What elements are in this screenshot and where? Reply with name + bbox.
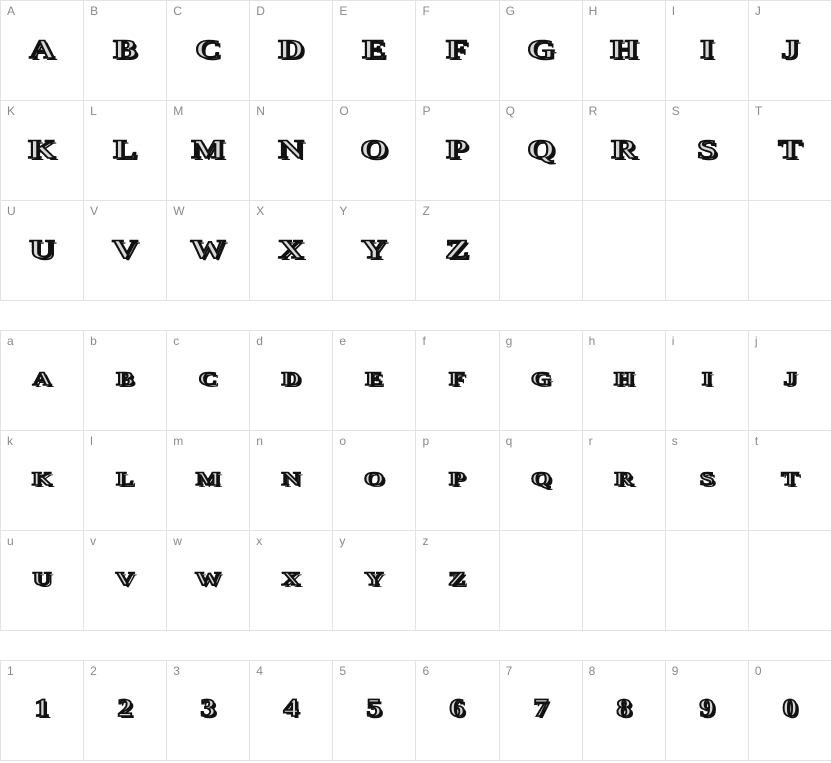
glyph-label: A (7, 4, 16, 18)
glyph-label: K (7, 104, 16, 118)
glyph-cell: 99 (665, 661, 749, 761)
glyph-label: 4 (256, 664, 263, 678)
glyph-label: T (754, 104, 763, 118)
glyph-label: g (505, 334, 513, 348)
glyph-label: t (754, 434, 759, 448)
glyph-cell: 22 (84, 661, 168, 761)
glyph-label: X (256, 204, 265, 218)
glyph-label: f (422, 334, 426, 348)
glyph-label: q (505, 434, 513, 448)
glyph-preview: J (734, 34, 831, 65)
glyph-preview: T (734, 468, 831, 491)
glyph-label: E (339, 4, 348, 18)
glyph-cell (665, 201, 749, 301)
glyph-label: N (256, 104, 265, 118)
glyph-cell (748, 201, 831, 301)
glyph-label: m (173, 434, 184, 448)
glyph-label: O (339, 104, 349, 118)
uppercase-grid: AABBCCDDEEFFGGHHIIJJKKLLMMNNOOPPQQRRSSTT… (0, 0, 831, 301)
glyph-label: y (339, 534, 346, 548)
glyph-cell: zZ (416, 531, 500, 631)
glyph-cell: 33 (167, 661, 251, 761)
glyph-label: j (754, 334, 758, 348)
glyph-label: 0 (754, 664, 762, 678)
glyph-label: Y (339, 204, 348, 218)
glyph-preview: Z (402, 568, 513, 591)
glyph-label: v (90, 534, 97, 548)
glyph-label: L (90, 104, 97, 118)
glyph-label: 5 (339, 664, 347, 678)
glyph-label: 8 (588, 664, 596, 678)
glyph-label: D (256, 4, 265, 18)
glyph-label: 7 (505, 664, 513, 678)
glyph-label: 2 (90, 664, 97, 678)
glyph-label: z (422, 534, 429, 548)
glyph-cell: JJ (748, 1, 831, 101)
glyph-label: R (588, 104, 598, 118)
glyph-label: 1 (7, 664, 14, 678)
glyph-cell (499, 531, 583, 631)
glyph-preview: Z (402, 234, 513, 265)
glyph-cell: tT (748, 431, 831, 531)
glyph-cell: 00 (748, 661, 831, 761)
glyph-label: k (7, 434, 13, 448)
glyph-label: x (256, 534, 263, 548)
glyph-label: p (422, 434, 430, 448)
glyph-label: H (588, 4, 598, 18)
glyph-label: w (173, 534, 182, 548)
glyph-label: 9 (671, 664, 679, 678)
glyph-label: e (339, 334, 347, 348)
glyph-cell (499, 201, 583, 301)
glyph-label: P (422, 104, 431, 118)
glyph-cell: 44 (250, 661, 334, 761)
glyph-label: s (671, 434, 678, 448)
glyph-label: h (588, 334, 596, 348)
glyph-cell: 66 (416, 661, 500, 761)
glyph-cell: 55 (333, 661, 417, 761)
glyph-label: d (256, 334, 263, 348)
glyph-preview: J (734, 368, 831, 391)
glyph-label: S (671, 104, 680, 118)
glyph-label: 3 (173, 664, 180, 678)
glyph-cell (582, 201, 666, 301)
glyph-label: o (339, 434, 347, 448)
glyph-label: U (7, 204, 16, 218)
glyph-label: r (588, 434, 593, 448)
glyph-preview: 0 (741, 694, 831, 723)
glyph-label: V (90, 204, 99, 218)
glyph-cell: jJ (748, 331, 831, 431)
glyph-label: l (90, 434, 93, 448)
glyph-label: u (7, 534, 14, 548)
glyph-label: 6 (422, 664, 430, 678)
glyph-label: M (173, 104, 184, 118)
glyph-preview: T (734, 134, 831, 165)
glyph-cell: TT (748, 101, 831, 201)
glyph-label: Z (422, 204, 430, 218)
glyph-cell (665, 531, 749, 631)
glyph-label: B (90, 4, 99, 18)
glyph-label: G (505, 4, 515, 18)
glyph-label: n (256, 434, 263, 448)
glyph-label: W (173, 204, 185, 218)
glyph-label: i (671, 334, 675, 348)
glyph-label: F (422, 4, 430, 18)
lowercase-grid: aAbBcCdDeEfFgGhHiIjJkKlLmMnNoOpPqQrRsStT… (0, 330, 831, 631)
glyph-cell: 11 (1, 661, 85, 761)
glyph-label: c (173, 334, 180, 348)
glyph-label: C (173, 4, 182, 18)
glyph-label: I (671, 4, 676, 18)
glyph-cell: 88 (582, 661, 666, 761)
glyph-label: a (7, 334, 14, 348)
glyph-label: Q (505, 104, 515, 118)
glyph-cell (748, 531, 831, 631)
glyph-cell: 77 (499, 661, 583, 761)
glyph-label: b (90, 334, 97, 348)
digits-grid: 11223344556677889900 (0, 660, 831, 761)
glyph-cell (582, 531, 666, 631)
glyph-cell: ZZ (416, 201, 500, 301)
glyph-label: J (754, 4, 761, 18)
